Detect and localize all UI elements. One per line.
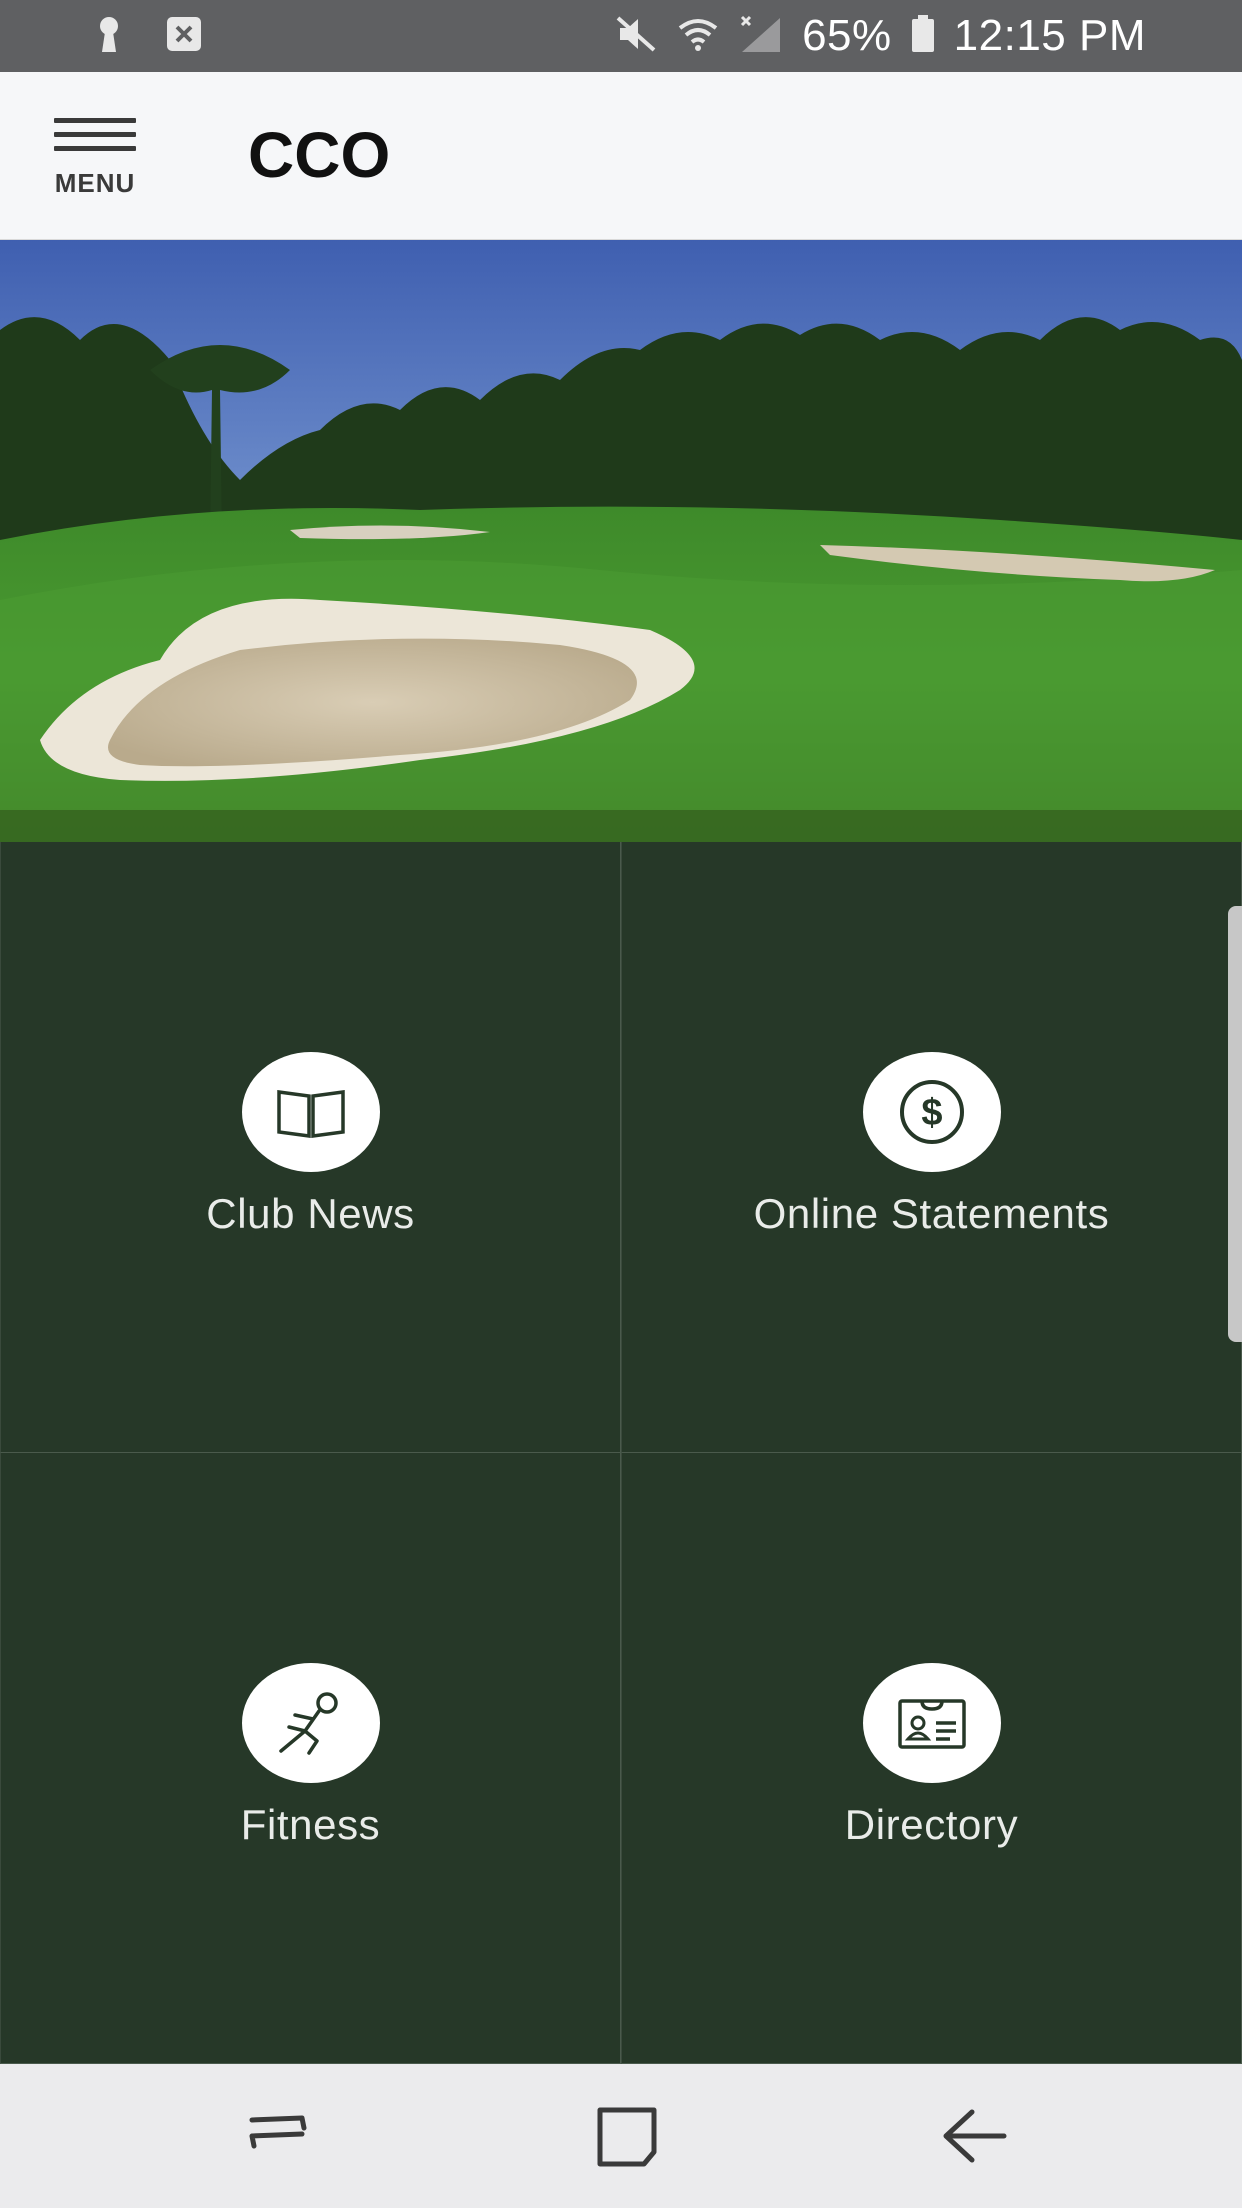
tile-label: Fitness (240, 1801, 381, 1848)
tile-label: Directory (844, 1801, 1019, 1848)
menu-button[interactable]: MENU (50, 116, 140, 198)
hero-golf-course-image (0, 240, 1242, 842)
svg-text:$: $ (921, 1092, 942, 1134)
id-card-icon (862, 1663, 1001, 1783)
close-box-icon (166, 16, 202, 57)
runner-icon (241, 1663, 380, 1783)
keyhole-icon (92, 14, 126, 59)
tile-label: Club News (206, 1190, 415, 1237)
wifi-icon (676, 14, 720, 59)
battery-icon (910, 14, 936, 59)
feature-grid: Club News $ Online Statements Fitness Di… (0, 842, 1242, 2064)
tile-online-statements[interactable]: $ Online Statements (621, 842, 1242, 1453)
book-icon (241, 1052, 380, 1172)
no-signal-icon (738, 14, 784, 59)
status-bar: 65% 12:15 PM (0, 0, 1242, 72)
app-header: MENU CCO (0, 72, 1242, 240)
notification-icons (92, 14, 202, 59)
hamburger-icon-line (54, 132, 136, 137)
tile-club-news[interactable]: Club News (0, 842, 621, 1453)
system-nav-bar (0, 2064, 1242, 2208)
side-panel-handle[interactable] (1228, 906, 1242, 1342)
hamburger-icon-line (54, 146, 136, 151)
tile-label: Online Statements (753, 1190, 1110, 1237)
tile-directory[interactable]: Directory (621, 1453, 1242, 2064)
home-icon[interactable] (588, 2102, 668, 2172)
battery-percent: 65% (802, 11, 892, 60)
back-icon[interactable] (934, 2102, 1014, 2172)
recent-apps-icon[interactable] (238, 2102, 318, 2172)
tile-fitness[interactable]: Fitness (0, 1453, 621, 2064)
mute-icon (614, 14, 658, 59)
clock: 12:15 PM (953, 11, 1146, 60)
hamburger-icon-line (54, 118, 136, 123)
app-title: CCO (248, 119, 391, 191)
menu-label: MENU (54, 168, 136, 198)
system-indicators: 65% 12:15 PM (614, 0, 1146, 72)
dollar-icon: $ (862, 1052, 1001, 1172)
